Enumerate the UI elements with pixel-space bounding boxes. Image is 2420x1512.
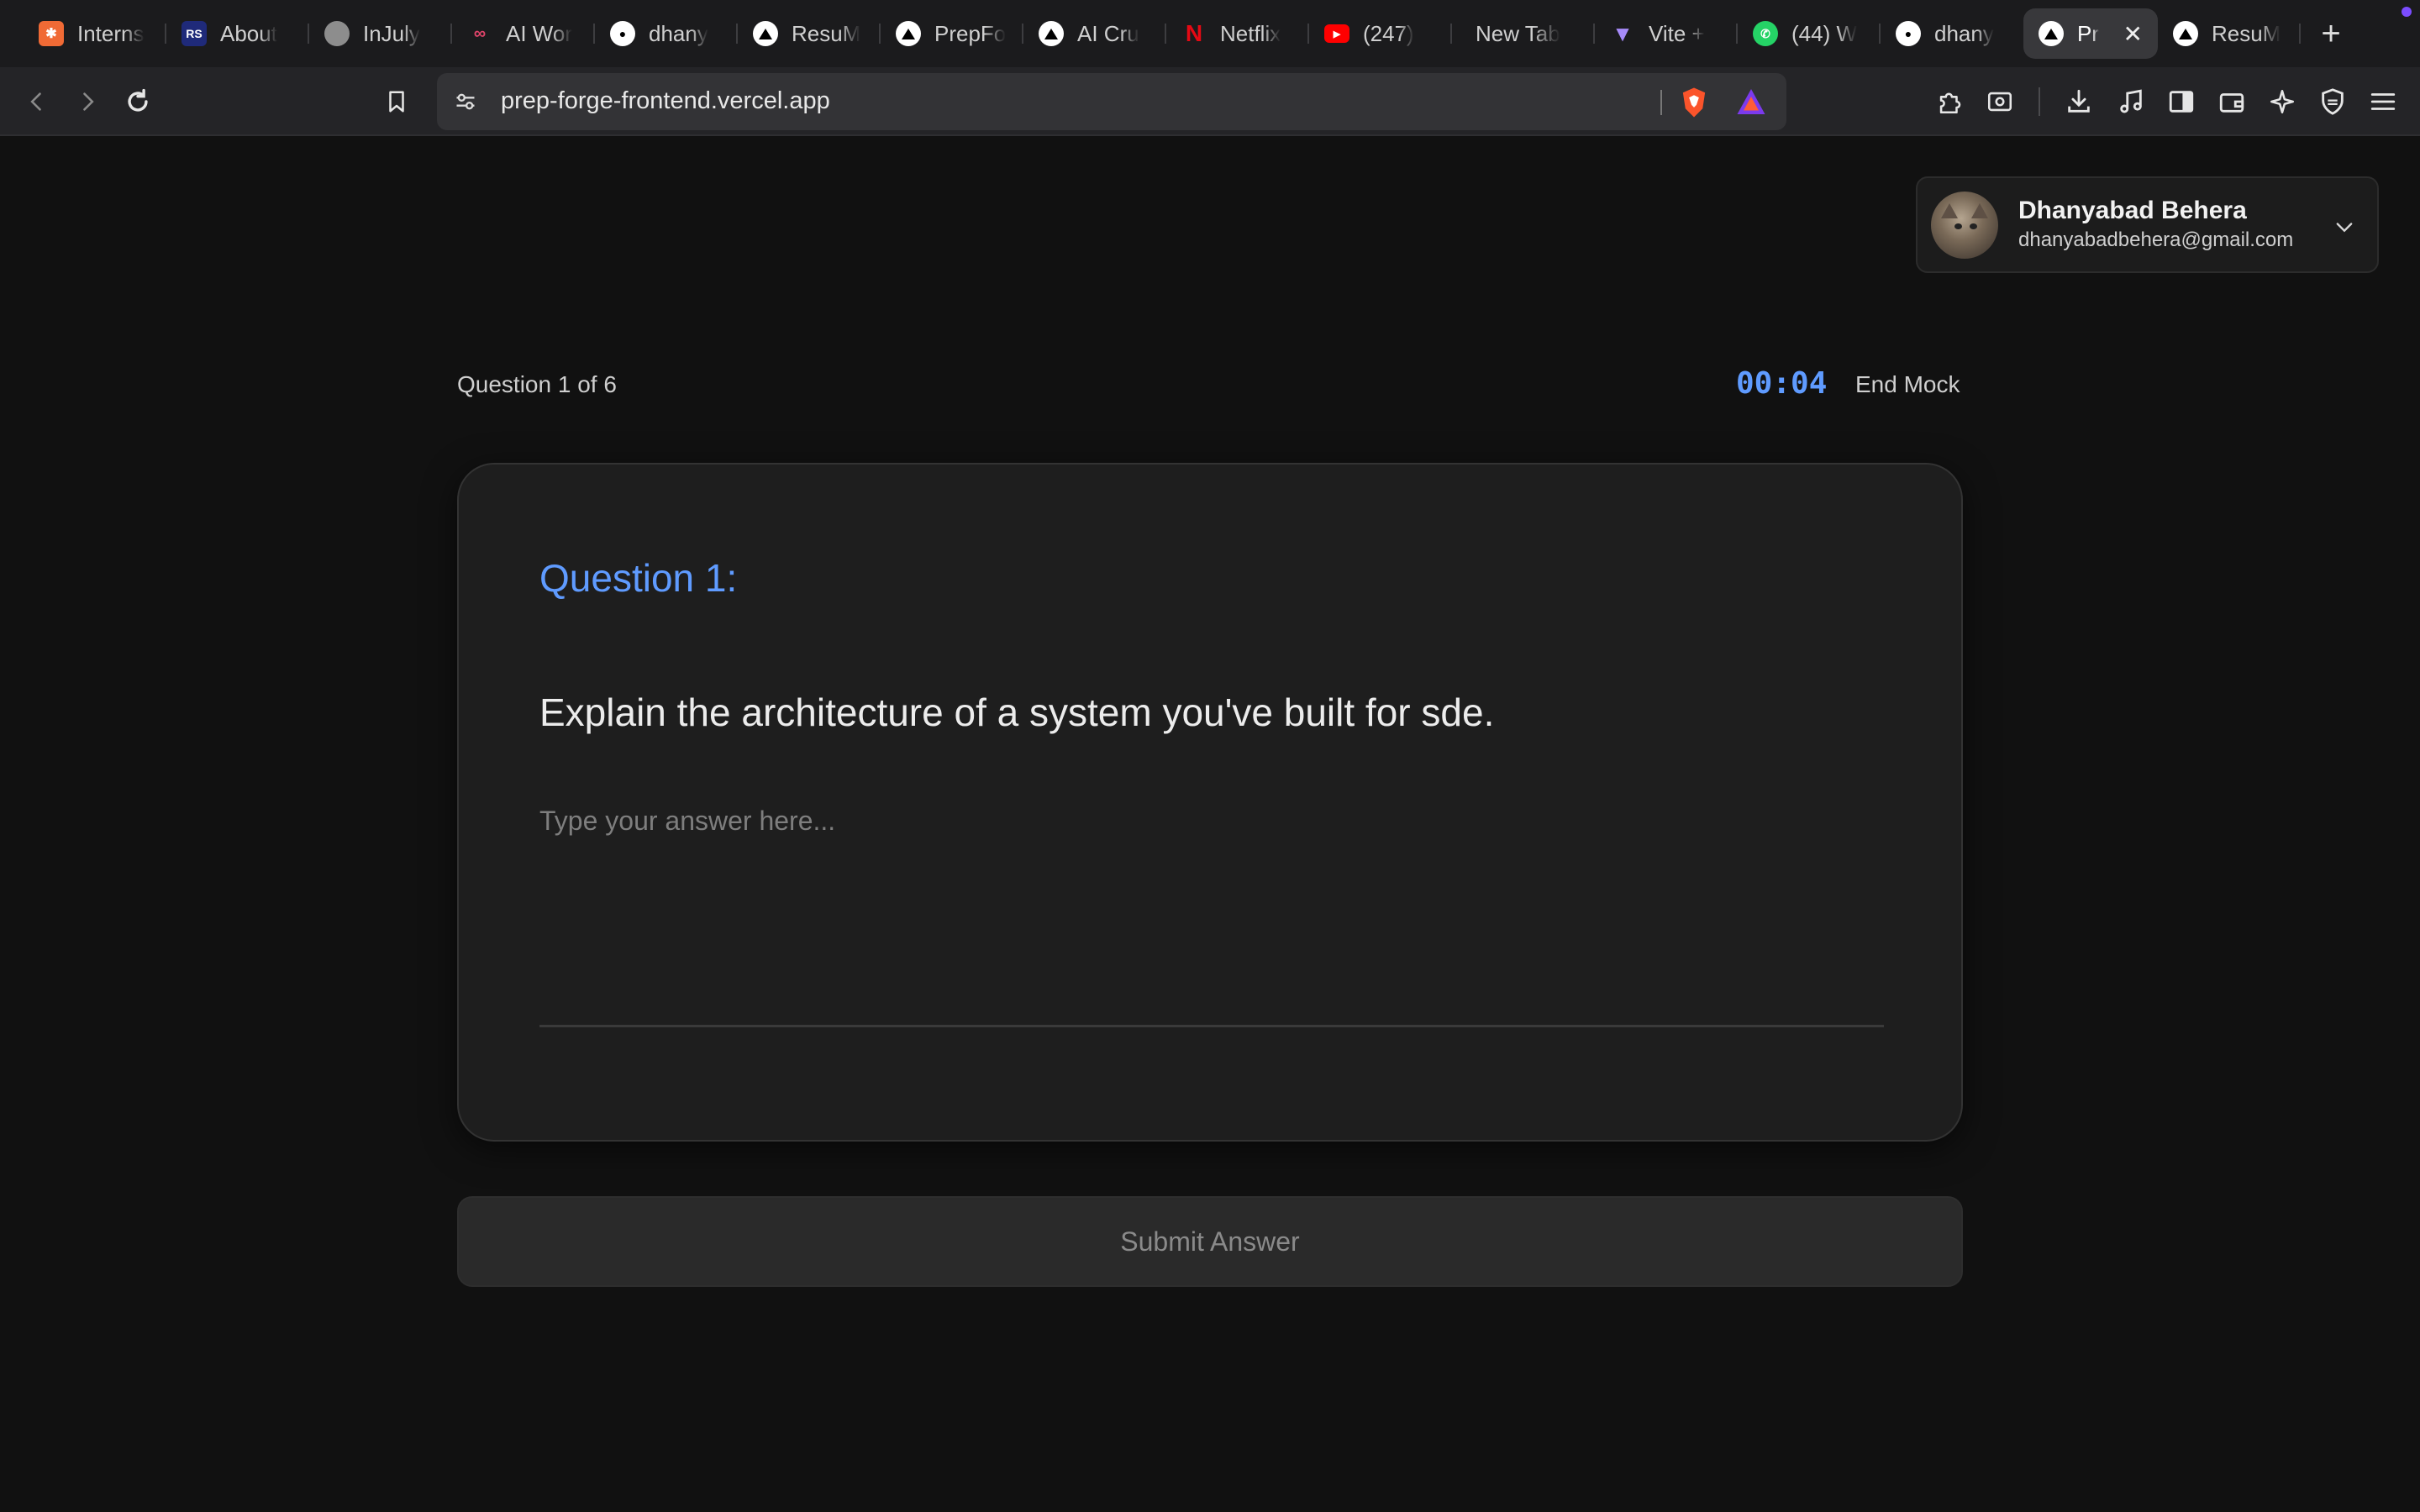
github-icon: ● <box>610 21 635 46</box>
submit-answer-button[interactable]: Submit Answer <box>457 1196 1963 1287</box>
whatsapp-icon: ✆ <box>1753 21 1778 46</box>
wallet-icon <box>2219 93 2244 113</box>
bookmark-icon <box>389 91 404 113</box>
notification-dot <box>2402 7 2412 17</box>
tab-github-1[interactable]: ● dhany <box>595 8 738 59</box>
question-counter: Question 1 of 6 <box>457 371 617 397</box>
tab-vite[interactable]: ▼ Vite + <box>1595 8 1738 59</box>
tab-interns[interactable]: ✱ Interns <box>24 8 166 59</box>
user-menu[interactable]: Dhanyabad Behera dhanyabadbehera@gmail.c… <box>1916 176 2379 273</box>
rs-logo-icon: RS <box>182 21 207 46</box>
close-icon[interactable]: ✕ <box>2123 20 2143 48</box>
tab-netflix[interactable]: N Netflix <box>1166 8 1309 59</box>
tab-ai-crew[interactable]: AI Cru <box>1023 8 1166 59</box>
browser-toolbar: prep-forge-frontend.vercel.app <box>0 67 2420 136</box>
forward-arrow-icon <box>83 92 94 111</box>
site-settings-icon[interactable] <box>454 90 477 113</box>
vercel-triangle-icon <box>1039 21 1064 46</box>
vite-icon: ▼ <box>1612 20 1634 46</box>
tab-ai-workflow[interactable]: ∞ AI Wor <box>452 8 595 59</box>
tab-about[interactable]: RS About <box>166 8 309 59</box>
url-divider <box>1660 90 1662 115</box>
screenshot-icon <box>1987 92 2012 112</box>
tab-strip: ✱ Interns RS About InJuly ∞ AI Wor ● dha… <box>0 0 2420 67</box>
download-icon <box>2068 89 2090 113</box>
music-note-icon <box>2120 89 2142 113</box>
vercel-triangle-icon <box>896 21 921 46</box>
tab-youtube[interactable]: ▶ (247) <box>1309 8 1452 59</box>
tab-prepforge-active[interactable]: Pr ✕ <box>2023 8 2158 59</box>
user-name: Dhanyabad Behera <box>2018 197 2247 224</box>
wallet-button[interactable] <box>2212 81 2252 122</box>
sidebar-button[interactable] <box>2161 81 2202 122</box>
plus-icon: + <box>2321 14 2341 52</box>
chevron-down-icon[interactable] <box>2333 215 2356 239</box>
new-tab-button[interactable]: + <box>2306 8 2356 59</box>
vercel-triangle-icon <box>753 21 778 46</box>
tab-injuly[interactable]: InJuly <box>309 8 452 59</box>
vercel-triangle-icon <box>2173 21 2198 46</box>
question-card: Question 1: Explain the architecture of … <box>457 463 1963 1142</box>
netflix-icon: N <box>1185 20 1203 46</box>
tab-prepforge[interactable]: PrepFo <box>881 8 1023 59</box>
youtube-icon: ▶ <box>1324 24 1349 43</box>
workflow-icon: ∞ <box>473 24 487 43</box>
tab-resume-1[interactable]: ResuM <box>738 8 881 59</box>
forward-button[interactable] <box>67 81 108 122</box>
downloads-button[interactable] <box>2059 81 2099 122</box>
reload-icon <box>128 88 148 112</box>
timer: 00:04 <box>1736 366 1828 401</box>
media-button[interactable] <box>2111 81 2151 122</box>
extensions-button[interactable] <box>1929 81 1970 122</box>
orange-star-icon: ✱ <box>39 21 64 46</box>
tab-new-tab[interactable]: New Tab <box>1452 8 1595 59</box>
page-content: Dhanyabad Behera dhanyabadbehera@gmail.c… <box>0 136 2420 1512</box>
question-text: Explain the architecture of a system you… <box>539 690 1495 734</box>
user-email: dhanyabadbehera@gmail.com <box>2018 228 2294 251</box>
sparkle-icon <box>2270 89 2295 114</box>
brave-rewards-icon[interactable] <box>1736 87 1766 116</box>
toolbar-divider <box>2039 87 2040 116</box>
screenshot-button[interactable] <box>1980 81 2020 122</box>
github-icon: ● <box>1896 21 1921 46</box>
address-bar[interactable]: prep-forge-frontend.vercel.app <box>437 73 1786 130</box>
reload-button[interactable] <box>118 81 158 122</box>
back-button[interactable] <box>17 81 57 122</box>
hamburger-menu-icon <box>2370 93 2396 110</box>
avatar <box>1931 192 1998 259</box>
vpn-button[interactable] <box>2312 81 2353 122</box>
vercel-triangle-icon <box>2039 21 2064 46</box>
question-title: Question 1: <box>539 556 738 600</box>
answer-input[interactable] <box>539 794 1884 1027</box>
tab-resume-2[interactable]: ResuM <box>2158 8 2301 59</box>
tab-whatsapp[interactable]: ✆ (44) W <box>1738 8 1881 59</box>
brave-shield-icon[interactable] <box>1679 87 1709 118</box>
tab-github-2[interactable]: ● dhany <box>1881 8 2023 59</box>
menu-button[interactable] <box>2363 81 2403 122</box>
shield-icon <box>2322 88 2344 115</box>
leo-ai-button[interactable] <box>2262 81 2302 122</box>
end-mock-button[interactable]: End Mock <box>1855 371 1960 398</box>
puzzle-icon <box>1939 92 1961 114</box>
globe-icon <box>324 21 350 46</box>
url-text[interactable]: prep-forge-frontend.vercel.app <box>501 87 830 115</box>
bookmark-button[interactable] <box>376 81 417 122</box>
back-arrow-icon <box>30 92 41 111</box>
sidebar-icon <box>2169 91 2194 113</box>
